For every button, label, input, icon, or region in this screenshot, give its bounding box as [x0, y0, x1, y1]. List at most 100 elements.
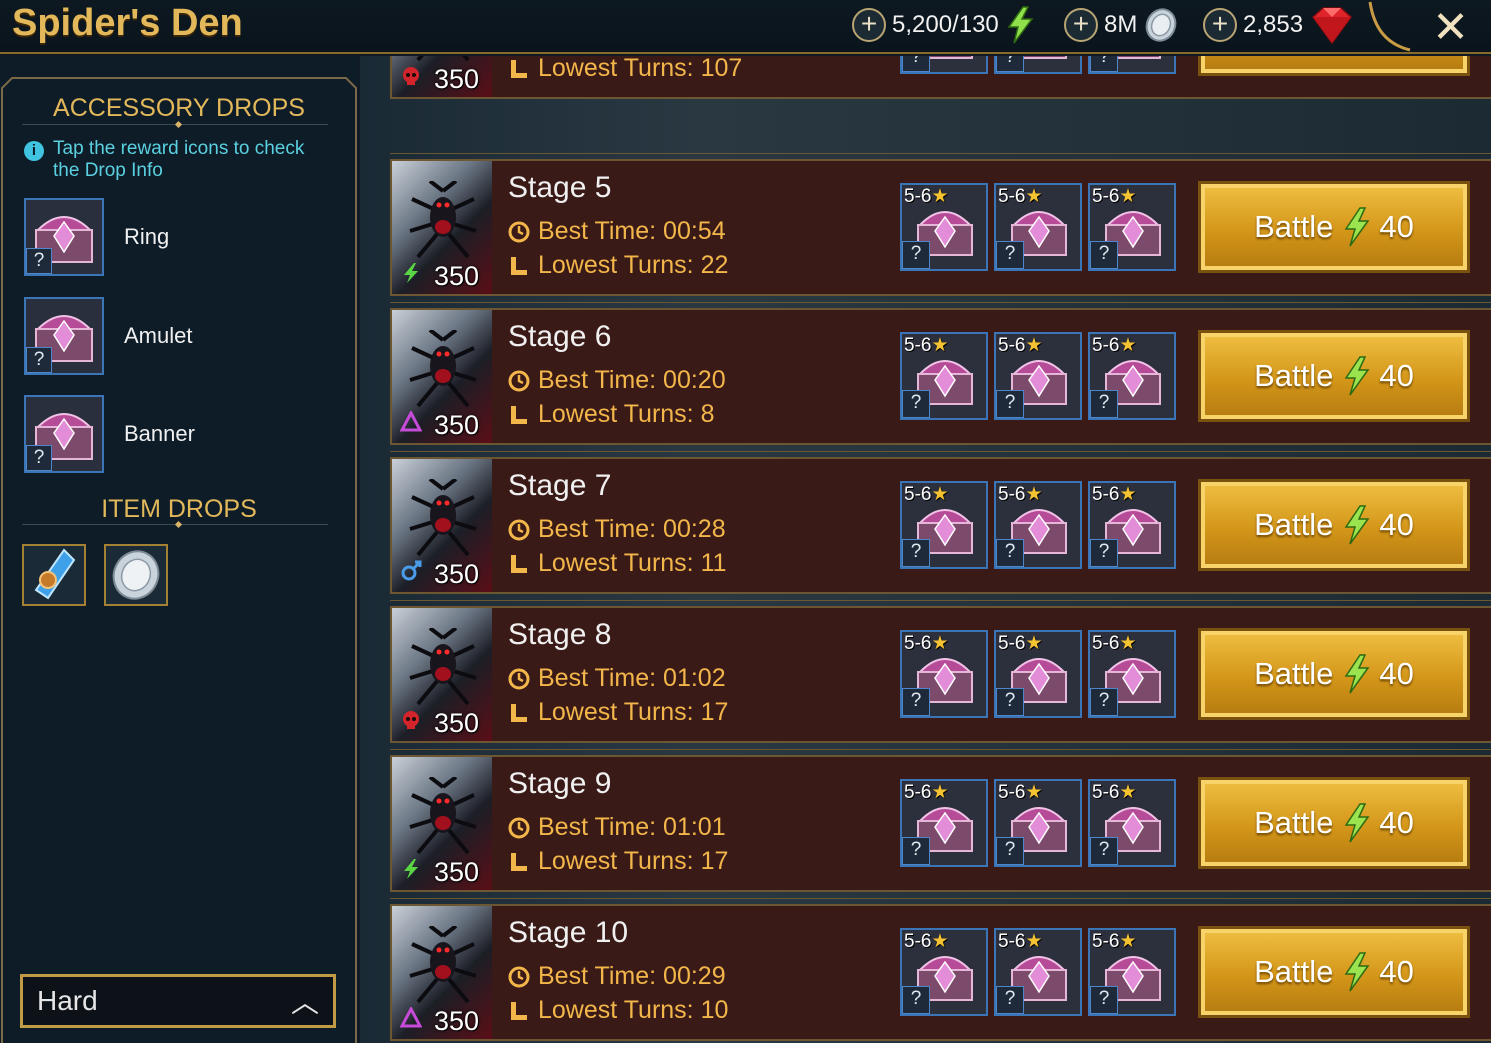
item-drop-silver[interactable] — [104, 544, 168, 606]
stage-row: 350 Stage 7 Best Time: 00:28 Lowest Turn… — [390, 451, 1491, 594]
drop-info-badge: ? — [902, 688, 930, 716]
drop-info-badge: ? — [902, 539, 930, 567]
accessory-label: Ring — [124, 224, 170, 249]
ring-reward-icon[interactable]: ? — [24, 198, 104, 276]
reward-chest[interactable]: 5-6★ ? — [900, 779, 988, 867]
boss-level: 350 — [434, 708, 480, 738]
reward-chest[interactable]: 5-6★ ? — [994, 928, 1082, 1016]
clock-icon — [508, 221, 530, 242]
spider-boss-icon — [409, 181, 477, 259]
amulet-reward-icon[interactable]: ? — [24, 297, 104, 375]
item-drop-shard[interactable] — [22, 544, 86, 606]
reward-chest[interactable]: 5-6★ ? — [994, 56, 1082, 74]
drops-panel: ACCESSORY DROPS i Tap the reward icons t… — [0, 56, 358, 1043]
lowest-turns-label: Lowest Turns: — [538, 847, 694, 875]
reward-chest[interactable]: 5-6★ ? — [1088, 779, 1176, 867]
stage-rewards: 5-6★ ? 5-6★ ? 5-6★ ? — [900, 779, 1182, 867]
boss-level: 350 — [434, 1006, 480, 1036]
blue-shard-icon — [34, 548, 76, 600]
drop-info-badge: ? — [996, 539, 1024, 567]
magic-affinity-icon — [399, 409, 423, 433]
spirit-affinity-icon — [400, 560, 422, 582]
battle-label: Battle — [1254, 209, 1334, 244]
close-button[interactable]: ✕ — [1432, 2, 1469, 53]
star-icon: ★ — [1119, 484, 1137, 505]
reward-chest[interactable]: 5-6★ ? — [1088, 332, 1176, 420]
reward-chest[interactable]: 5-6★ ? — [900, 928, 988, 1016]
reward-chest[interactable]: 5-6★ ? — [1088, 630, 1176, 718]
add-energy-button[interactable]: + — [852, 8, 886, 42]
star-icon: ★ — [1025, 484, 1043, 505]
reward-tier: 5-6★ — [904, 186, 949, 207]
silver-resource: + 8M — [1064, 6, 1179, 44]
drop-info-badge: ? — [996, 56, 1024, 72]
reward-chest[interactable]: 5-6★ ? — [900, 630, 988, 718]
best-time-label: Best Time: — [538, 664, 657, 692]
reward-tier: 5-6★ — [998, 931, 1043, 952]
reward-chest[interactable]: 5-6★ ? — [994, 183, 1082, 271]
energy-cost: 40 — [1379, 805, 1414, 840]
add-gems-button[interactable]: + — [1203, 8, 1237, 42]
reward-chest[interactable]: 5-6★ ? — [900, 332, 988, 420]
battle-button[interactable]: Battle 40 — [1198, 628, 1470, 720]
hourglass-icon — [511, 703, 527, 722]
reward-chest[interactable]: 5-6★ ? — [1088, 56, 1176, 74]
lowest-turns-label: Lowest Turns: — [538, 400, 694, 428]
difficulty-dropdown[interactable]: Hard ︿ — [20, 974, 336, 1028]
lowest-turns: Lowest Turns: 107 — [508, 56, 742, 83]
reward-tier: 5-6★ — [1092, 633, 1137, 654]
gem-value: 2,853 — [1243, 11, 1304, 38]
star-icon: ★ — [1025, 186, 1043, 207]
accessory-banner[interactable]: ? Banner — [24, 395, 195, 473]
battle-button[interactable]: Battle 40 — [1198, 181, 1470, 273]
accessory-amulet[interactable]: ? Amulet — [24, 297, 192, 375]
banner-reward-icon[interactable]: ? — [24, 395, 104, 473]
battle-button[interactable]: Battle 40 — [1198, 479, 1470, 571]
hourglass-icon — [511, 405, 527, 424]
reward-chest[interactable]: 5-6★ ? — [994, 779, 1082, 867]
reward-chest[interactable]: 5-6★ ? — [900, 183, 988, 271]
drop-info-badge: ? — [996, 688, 1024, 716]
lowest-turns-label: Lowest Turns: — [538, 56, 694, 82]
stage-rewards: 5-6★ ? 5-6★ ? 5-6★ ? — [900, 56, 1182, 74]
reward-chest[interactable]: 5-6★ ? — [1088, 481, 1176, 569]
page-title: Spider's Den — [12, 2, 243, 44]
add-silver-button[interactable]: + — [1064, 8, 1098, 42]
decorative-arc-icon — [1368, 1, 1411, 52]
battle-button[interactable]: Battle 40 — [1198, 56, 1470, 76]
spider-boss-icon — [409, 777, 477, 855]
best-time-value: 01:01 — [663, 813, 726, 841]
hourglass-icon — [511, 59, 527, 78]
boss-portrait: 350 — [392, 161, 492, 294]
energy-icon — [1344, 803, 1370, 843]
gem-icon — [1312, 7, 1353, 45]
accessory-label: Banner — [124, 421, 195, 446]
battle-button[interactable]: Battle 40 — [1198, 926, 1470, 1018]
stage-name: Stage 7 — [508, 469, 612, 502]
drop-info-badge: ? — [1090, 837, 1118, 865]
boss-level: 350 — [434, 857, 480, 887]
boss-portrait: 350 — [392, 310, 492, 443]
lowest-turns: Lowest Turns: 17 — [508, 847, 728, 876]
accessory-ring[interactable]: ? Ring — [24, 198, 169, 276]
spider-boss-icon — [409, 926, 477, 1004]
lowest-turns: Lowest Turns: 10 — [508, 996, 728, 1025]
reward-chest[interactable]: 5-6★ ? — [994, 630, 1082, 718]
battle-button[interactable]: Battle 40 — [1198, 777, 1470, 869]
reward-chest[interactable]: 5-6★ ? — [994, 481, 1082, 569]
lowest-turns: Lowest Turns: 8 — [508, 400, 715, 429]
battle-label: Battle — [1254, 954, 1334, 989]
best-time: Best Time: 00:54 — [508, 217, 726, 246]
spider-boss-icon — [409, 628, 477, 706]
stage-rewards: 5-6★ ? 5-6★ ? 5-6★ ? — [900, 630, 1182, 718]
reward-chest[interactable]: 5-6★ ? — [900, 481, 988, 569]
chevron-up-icon: ︿ — [290, 987, 319, 1018]
stage-list[interactable]: 350 Best Time: 03:43 Lowest Turns: 107 5… — [360, 56, 1491, 1043]
reward-chest[interactable]: 5-6★ ? — [900, 56, 988, 74]
reward-chest[interactable]: 5-6★ ? — [994, 332, 1082, 420]
battle-button[interactable]: Battle 40 — [1198, 330, 1470, 422]
reward-chest[interactable]: 5-6★ ? — [1088, 928, 1176, 1016]
star-icon: ★ — [931, 931, 949, 952]
reward-chest[interactable]: 5-6★ ? — [1088, 183, 1176, 271]
boss-portrait: 350 — [392, 906, 492, 1039]
